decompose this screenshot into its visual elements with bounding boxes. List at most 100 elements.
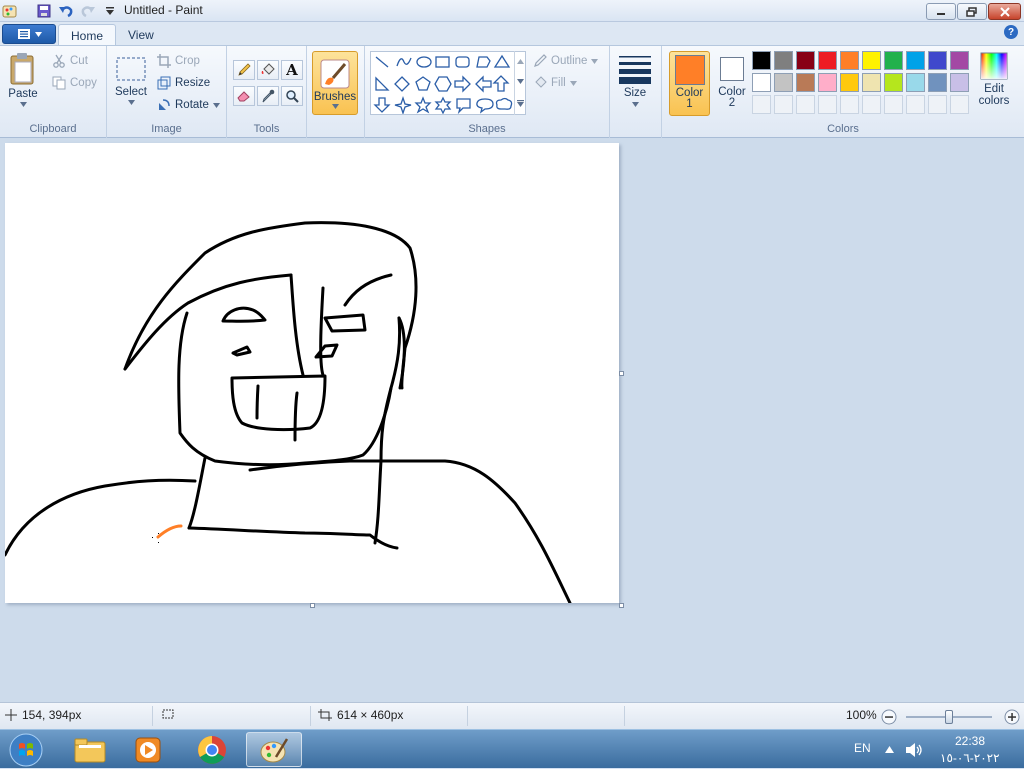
palette-swatch[interactable] xyxy=(906,51,925,70)
custom-color-slot[interactable] xyxy=(840,95,859,114)
size-button[interactable]: Size xyxy=(618,54,652,107)
palette-swatch[interactable] xyxy=(796,73,815,92)
taskbar-explorer[interactable] xyxy=(62,732,118,767)
taskbar-paint[interactable] xyxy=(246,732,302,767)
volume-icon[interactable] xyxy=(905,742,923,758)
eraser-tool[interactable] xyxy=(233,86,255,106)
color1-button[interactable]: Color 1 xyxy=(669,51,710,116)
palette-swatch[interactable] xyxy=(796,51,815,70)
palette-swatch[interactable] xyxy=(928,51,947,70)
color2-number: 2 xyxy=(728,97,736,109)
clock-time[interactable]: 22:38 xyxy=(955,734,985,748)
copy-button[interactable]: Copy xyxy=(52,76,97,90)
drawing-canvas[interactable] xyxy=(5,143,619,603)
color2-swatch xyxy=(720,57,744,81)
cut-button[interactable]: Cut xyxy=(52,54,88,68)
brushes-button[interactable]: Brushes xyxy=(312,51,358,115)
close-button[interactable] xyxy=(988,3,1021,20)
custom-color-slot[interactable] xyxy=(884,95,903,114)
palette-swatch[interactable] xyxy=(950,73,969,92)
palette-swatch[interactable] xyxy=(840,73,859,92)
edit-colors-label-line2: colors xyxy=(978,95,1010,107)
palette-swatch[interactable] xyxy=(862,51,881,70)
customize-dropdown-icon[interactable] xyxy=(100,1,120,21)
shapes-gallery-icons[interactable] xyxy=(371,52,521,114)
custom-color-slot[interactable] xyxy=(818,95,837,114)
zoom-slider-thumb[interactable] xyxy=(945,710,953,724)
rectangle-shape-icon xyxy=(435,56,450,68)
resize-handle-bottom[interactable] xyxy=(310,603,315,608)
select-button[interactable]: Select xyxy=(115,56,147,105)
restore-button[interactable] xyxy=(957,3,987,20)
palette-swatch[interactable] xyxy=(752,51,771,70)
palette-swatch[interactable] xyxy=(774,51,793,70)
custom-color-slot[interactable] xyxy=(906,95,925,114)
rotate-button[interactable]: Rotate xyxy=(157,98,220,112)
left-eye xyxy=(221,306,267,323)
palette-swatch[interactable] xyxy=(950,51,969,70)
copy-icon xyxy=(52,76,66,90)
clock-date[interactable]: ٢٠٢٢-٠٦-١٥ xyxy=(940,751,1000,765)
edit-colors-button[interactable]: Edit colors xyxy=(975,52,1013,118)
text-tool[interactable]: A xyxy=(281,60,303,80)
taskbar-chrome[interactable] xyxy=(184,732,240,767)
palette-swatch[interactable] xyxy=(818,51,837,70)
fill-label: Fill xyxy=(551,77,566,89)
pencil-tool[interactable] xyxy=(233,60,255,80)
undo-icon[interactable] xyxy=(56,1,76,21)
minimize-button[interactable] xyxy=(926,3,956,20)
clipboard-group-label: Clipboard xyxy=(29,123,77,135)
color2-button[interactable]: Color 2 xyxy=(712,51,752,116)
fill-button[interactable]: Fill xyxy=(533,76,577,90)
resize-button[interactable]: Resize xyxy=(157,76,210,90)
language-indicator[interactable]: EN xyxy=(854,741,871,755)
redo-icon[interactable] xyxy=(78,1,98,21)
file-menu-button[interactable] xyxy=(2,24,56,44)
color-picker-tool[interactable] xyxy=(257,86,279,106)
custom-color-slot[interactable] xyxy=(752,95,771,114)
palette-swatch[interactable] xyxy=(884,51,903,70)
tab-home[interactable]: Home xyxy=(58,24,117,46)
custom-color-slot[interactable] xyxy=(862,95,881,114)
paint-app-icon[interactable] xyxy=(0,1,20,21)
shapes-gallery-scroll[interactable] xyxy=(514,51,526,115)
chevron-down-icon xyxy=(34,31,42,37)
tab-view[interactable]: View xyxy=(116,24,166,46)
paste-button[interactable]: Paste xyxy=(8,52,38,107)
crop-button[interactable]: Crop xyxy=(157,54,200,68)
taskbar-media-player[interactable] xyxy=(120,732,176,767)
palette-swatch[interactable] xyxy=(752,73,771,92)
palette-swatch[interactable] xyxy=(884,73,903,92)
start-button[interactable] xyxy=(4,730,48,769)
face-outline xyxy=(177,311,402,467)
palette-swatch[interactable] xyxy=(862,73,881,92)
fill-tool[interactable] xyxy=(257,60,279,80)
palette-swatch[interactable] xyxy=(840,51,859,70)
palette-swatch[interactable] xyxy=(774,73,793,92)
close-icon xyxy=(999,6,1010,17)
selection-size xyxy=(161,708,180,720)
taskbar: EN 22:38 ٢٠٢٢-٠٦-١٥ xyxy=(0,729,1024,768)
help-button[interactable]: ? xyxy=(1004,25,1018,39)
palette-swatch[interactable] xyxy=(906,73,925,92)
custom-color-slot[interactable] xyxy=(796,95,815,114)
outline-button[interactable]: Outline xyxy=(533,54,599,68)
save-icon[interactable] xyxy=(34,1,54,21)
custom-color-slot[interactable] xyxy=(774,95,793,114)
zoom-out-button[interactable] xyxy=(881,709,897,725)
palette-swatch[interactable] xyxy=(818,73,837,92)
palette-swatch[interactable] xyxy=(928,73,947,92)
rectangular-callout-shape-icon xyxy=(456,98,471,114)
triangle-shape-icon xyxy=(493,54,511,68)
magnifier-tool[interactable] xyxy=(281,86,303,106)
custom-color-slot[interactable] xyxy=(928,95,947,114)
zoom-in-button[interactable] xyxy=(1004,709,1020,725)
show-hidden-icons-icon[interactable] xyxy=(885,746,894,753)
resize-handle-corner[interactable] xyxy=(619,603,624,608)
resize-handle-right[interactable] xyxy=(619,371,624,376)
zoom-in-icon xyxy=(1004,709,1020,725)
cut-label: Cut xyxy=(70,55,88,67)
title-bar: Untitled - Paint xyxy=(0,0,1024,22)
custom-color-slot[interactable] xyxy=(950,95,969,114)
rotate-icon xyxy=(159,99,170,110)
